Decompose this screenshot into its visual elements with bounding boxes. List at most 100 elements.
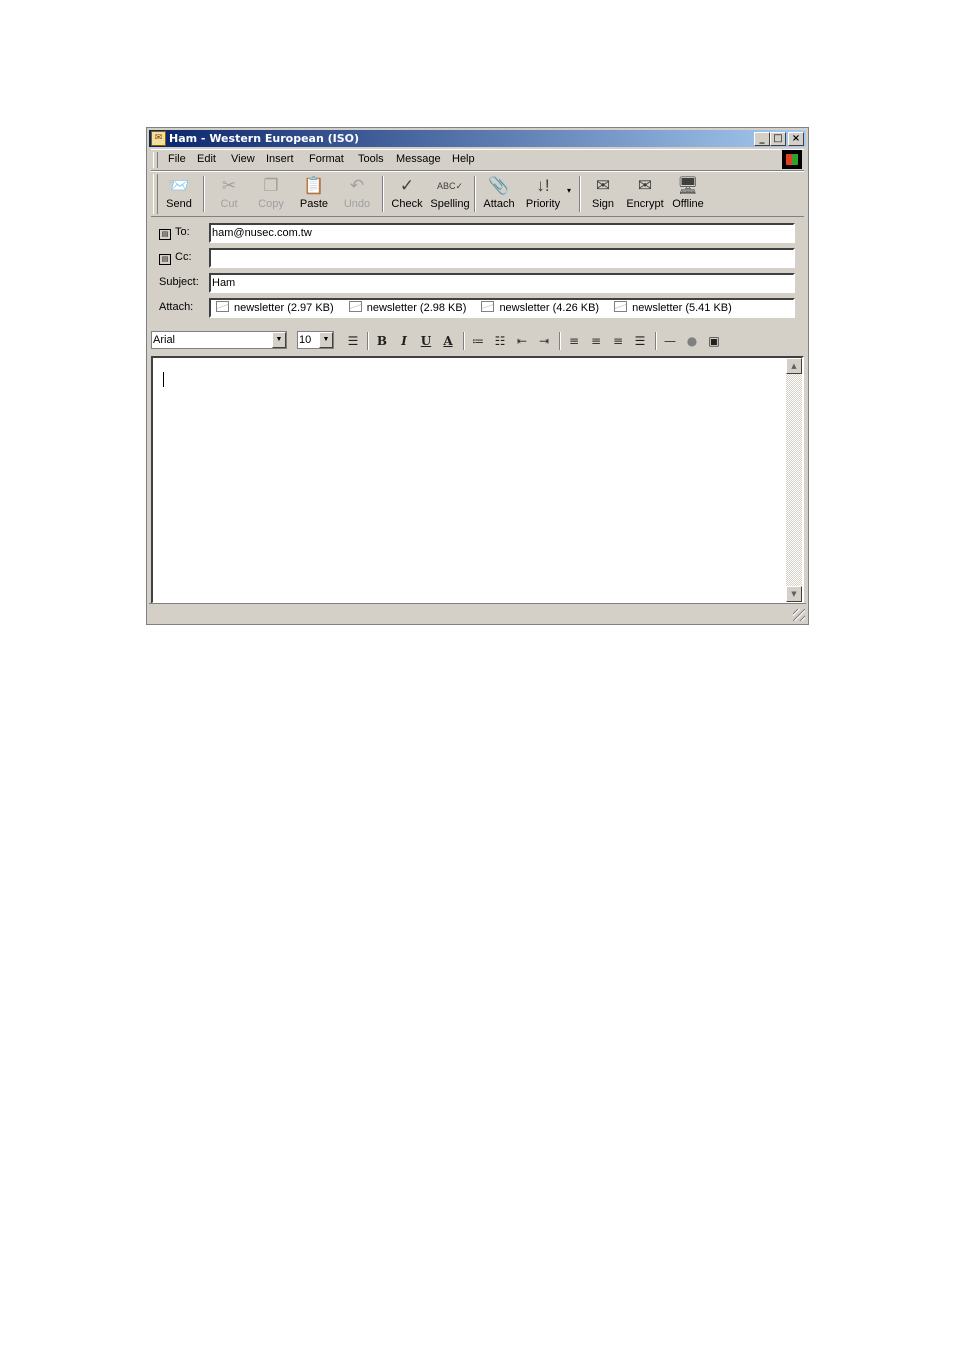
envelope-icon: [348, 301, 362, 312]
scroll-down-button[interactable]: ▼: [786, 586, 802, 602]
menu-edit[interactable]: Edit: [197, 153, 216, 165]
chevron-down-icon[interactable]: ▼: [272, 332, 286, 348]
italic-button[interactable]: I: [395, 332, 413, 350]
align-left-icon[interactable]: ≡: [565, 332, 583, 350]
justify-icon[interactable]: ☰: [631, 332, 649, 350]
align-right-icon[interactable]: ≡: [609, 332, 627, 350]
cc-row: ▤ Cc:: [151, 247, 804, 269]
envelope-icon: [481, 301, 495, 312]
check-names-icon: ✓: [399, 176, 415, 195]
attach-row: Attach: newsletter (2.97 KB) newsletter …: [151, 297, 804, 319]
undo-button[interactable]: ↶ Undo: [339, 174, 375, 214]
subject-row: Subject: Ham: [151, 272, 804, 294]
priority-icon: ↓!: [536, 176, 550, 195]
send-icon: 📨: [168, 176, 190, 195]
align-center-icon[interactable]: ≡: [587, 332, 605, 350]
message-header: ▤ To: ham@nusec.com.tw ▤ Cc: Subject: Ham …: [151, 218, 804, 322]
send-button[interactable]: 📨 Send: [161, 174, 197, 214]
new-message-icon: ✉: [151, 131, 166, 146]
cut-button[interactable]: ✂ Cut: [213, 174, 245, 214]
encrypt-button[interactable]: ✉ Encrypt: [625, 174, 665, 214]
formatting-toolbar: Arial ▼ 10 ▼ ☰ B I U A ≔ ☷ ⇤ ⇥ ≡ ≡ ≡ ☰ —…: [151, 328, 804, 352]
menu-help[interactable]: Help: [452, 153, 475, 165]
menu-message[interactable]: Message: [396, 153, 441, 165]
priority-button[interactable]: ↓! Priority: [523, 174, 563, 214]
to-label[interactable]: ▤ To:: [159, 226, 190, 240]
increase-indent-icon[interactable]: ⇥: [535, 332, 553, 350]
paperclip-icon: 📎: [488, 176, 510, 195]
toolbar: 📨 Send ✂ Cut ❐ Copy 📋 Paste ↶ Undo ✓ Che…: [151, 171, 804, 217]
attachments-field[interactable]: newsletter (2.97 KB) newsletter (2.98 KB…: [209, 298, 795, 318]
separator: [463, 332, 465, 350]
envelope-icon: [216, 301, 229, 312]
undo-icon: ↶: [349, 176, 365, 195]
menu-bar: File Edit View Insert Format Tools Messa…: [151, 149, 804, 171]
font-color-button[interactable]: A: [439, 332, 457, 350]
address-book-icon: ▤: [159, 229, 171, 240]
status-bar: [149, 603, 806, 622]
vertical-scrollbar[interactable]: ▲ ▼: [786, 358, 802, 602]
cc-field[interactable]: [209, 248, 795, 268]
scissors-icon: ✂: [221, 176, 237, 195]
to-row: ▤ To: ham@nusec.com.tw: [151, 222, 804, 244]
copy-button[interactable]: ❐ Copy: [253, 174, 289, 214]
bold-button[interactable]: B: [373, 332, 391, 350]
font-size-select[interactable]: 10 ▼: [297, 331, 334, 349]
horizontal-line-icon[interactable]: —: [661, 332, 679, 350]
message-body[interactable]: ▲ ▼: [151, 356, 804, 604]
paste-icon: 📋: [303, 176, 325, 195]
envelope-icon: [614, 301, 628, 312]
resize-grip[interactable]: [793, 609, 805, 621]
paragraph-style-icon[interactable]: ☰: [344, 332, 362, 350]
menu-insert[interactable]: Insert: [266, 153, 294, 165]
separator: [655, 332, 657, 350]
encrypt-icon: ✉: [637, 176, 653, 195]
separator: [367, 332, 369, 350]
sign-icon: ✉: [595, 176, 611, 195]
separator: [382, 176, 384, 212]
spelling-button[interactable]: ABC✓ Spelling: [429, 174, 471, 214]
menu-format[interactable]: Format: [309, 153, 344, 165]
attach-label: Attach:: [159, 301, 194, 313]
font-select[interactable]: Arial ▼: [151, 331, 287, 349]
subject-label: Subject:: [159, 276, 199, 288]
menu-view[interactable]: View: [231, 153, 255, 165]
scroll-up-button[interactable]: ▲: [786, 358, 802, 374]
title-bar[interactable]: ✉ Ham - Western European (ISO) _ □ ×: [149, 130, 806, 147]
to-field[interactable]: ham@nusec.com.tw: [209, 223, 795, 243]
paste-button[interactable]: 📋 Paste: [296, 174, 332, 214]
bulleted-list-icon[interactable]: ☷: [491, 332, 509, 350]
offline-icon: 🖥: [677, 176, 699, 195]
subject-field[interactable]: Ham: [209, 273, 795, 293]
separator: [203, 176, 205, 212]
menu-grip[interactable]: [153, 152, 158, 168]
separator: [579, 176, 581, 212]
address-book-icon: ▤: [159, 254, 171, 265]
insert-picture-icon[interactable]: ▣: [705, 332, 723, 350]
offline-button[interactable]: 🖥 Offline: [669, 174, 707, 214]
check-names-button[interactable]: ✓ Check: [389, 174, 425, 214]
numbered-list-icon[interactable]: ≔: [469, 332, 487, 350]
close-button[interactable]: ×: [788, 132, 804, 146]
hyperlink-icon[interactable]: ●: [683, 332, 701, 350]
cc-label[interactable]: ▤ Cc:: [159, 251, 192, 265]
menu-tools[interactable]: Tools: [358, 153, 384, 165]
attachment-item[interactable]: newsletter (2.98 KB): [348, 300, 466, 316]
chevron-down-icon[interactable]: ▼: [319, 332, 333, 348]
attachment-item[interactable]: newsletter (4.26 KB): [481, 300, 599, 316]
spelling-icon: ABC✓: [436, 181, 464, 191]
decrease-indent-icon[interactable]: ⇤: [513, 332, 531, 350]
attachment-item[interactable]: newsletter (5.41 KB): [614, 300, 732, 316]
attach-button[interactable]: 📎 Attach: [481, 174, 517, 214]
sign-button[interactable]: ✉ Sign: [587, 174, 619, 214]
underline-button[interactable]: U: [417, 332, 435, 350]
separator: [559, 332, 561, 350]
attachment-item[interactable]: newsletter (2.97 KB): [216, 300, 334, 316]
menu-file[interactable]: File: [168, 153, 186, 165]
toolbar-grip[interactable]: [153, 174, 158, 214]
windows-logo-icon: [782, 150, 802, 169]
window-title: Ham - Western European (ISO): [169, 132, 360, 145]
minimize-button[interactable]: _: [754, 132, 770, 146]
separator: [474, 176, 476, 212]
maximize-button[interactable]: □: [770, 132, 786, 146]
